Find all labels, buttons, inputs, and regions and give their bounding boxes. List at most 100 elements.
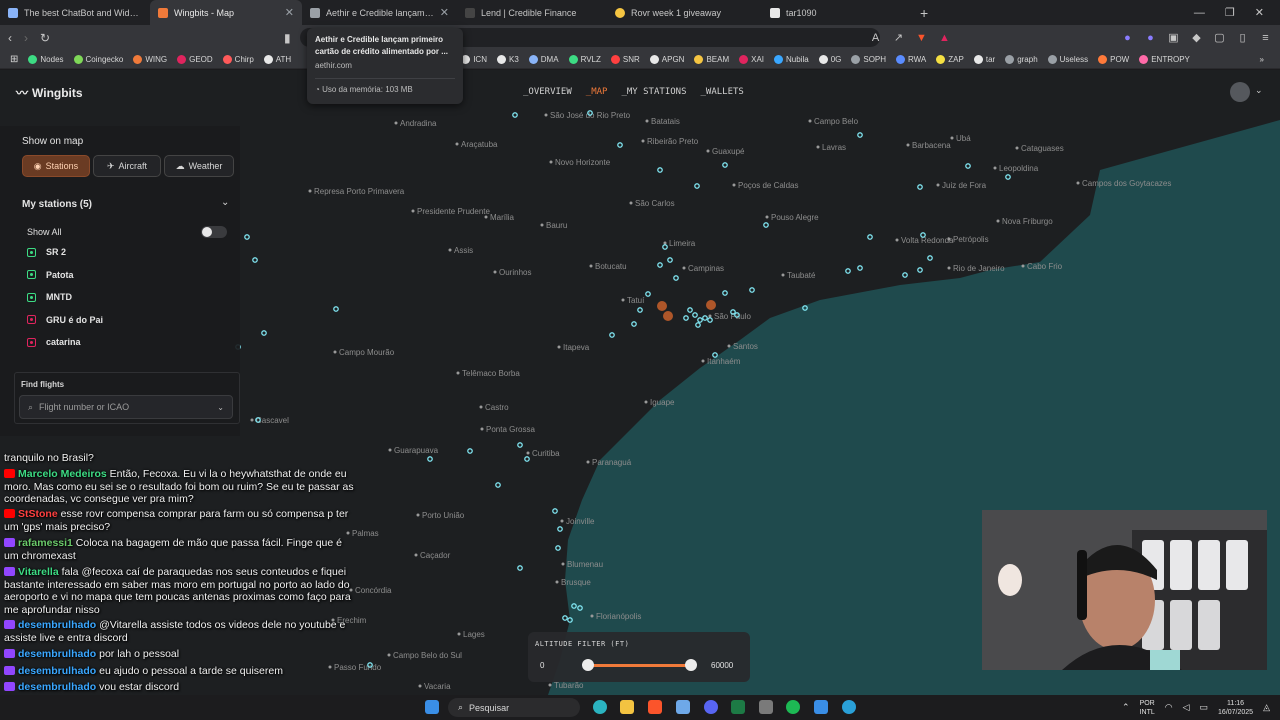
station-marker[interactable] — [902, 272, 908, 278]
station-marker[interactable] — [657, 262, 663, 268]
bookmark-icon[interactable]: ▮ — [284, 31, 291, 45]
forward-icon[interactable]: › — [24, 31, 28, 45]
extensions-puzzle-icon[interactable]: ▢ — [1213, 31, 1226, 44]
station-marker[interactable] — [1005, 174, 1011, 180]
back-icon[interactable]: ‹ — [8, 31, 12, 45]
station-marker[interactable] — [917, 267, 923, 273]
browser-tab[interactable]: The best ChatBot and Widgets for Ki — [0, 0, 150, 25]
wifi-icon[interactable]: ◠ — [1165, 702, 1173, 713]
bookmark-item[interactable]: ICN — [461, 54, 487, 64]
bookmark-item[interactable]: ATH — [263, 54, 291, 64]
bookmark-item[interactable]: Coingecko — [73, 54, 123, 64]
station-item[interactable]: Patota — [27, 268, 74, 282]
brave-rewards-icon[interactable]: ▲ — [938, 32, 951, 44]
telegram-icon[interactable] — [842, 700, 856, 714]
show-all-toggle[interactable] — [201, 226, 227, 238]
share-icon[interactable]: ↗ — [892, 31, 905, 44]
bookmark-item[interactable]: RWA — [896, 54, 926, 64]
windows-start-icon[interactable] — [425, 700, 439, 714]
station-marker[interactable] — [683, 315, 689, 321]
sidebar-icon[interactable]: ▯ — [1236, 31, 1249, 44]
discord-icon[interactable] — [704, 700, 718, 714]
minimize-icon[interactable]: — — [1194, 7, 1205, 19]
station-marker[interactable] — [557, 526, 563, 532]
bookmark-item[interactable]: Nodes — [28, 54, 64, 64]
bookmark-item[interactable]: APGN — [649, 54, 684, 64]
station-marker[interactable] — [667, 257, 673, 263]
extension-icon[interactable]: ▣ — [1167, 31, 1180, 44]
station-marker[interactable] — [657, 167, 663, 173]
bookmark-item[interactable]: K3 — [496, 54, 519, 64]
station-marker[interactable] — [517, 565, 523, 571]
battery-icon[interactable]: ▭ — [1200, 702, 1209, 713]
station-marker[interactable] — [722, 290, 728, 296]
browser-tab[interactable]: tar1090 — [762, 0, 912, 25]
bookmark-item[interactable]: ZAP — [936, 54, 964, 64]
bookmark-item[interactable]: graph — [1005, 54, 1038, 64]
station-marker[interactable] — [845, 268, 851, 274]
altitude-slider-high-handle[interactable] — [685, 659, 697, 671]
station-marker[interactable] — [763, 222, 769, 228]
altitude-slider-low-handle[interactable] — [582, 659, 594, 671]
my-station-marker[interactable] — [706, 300, 716, 310]
station-marker[interactable] — [427, 456, 433, 462]
tray-chevron-icon[interactable]: ⌃ — [1122, 702, 1130, 713]
apps-grid-icon[interactable]: ⊞ — [10, 54, 18, 65]
user-avatar[interactable] — [1230, 82, 1250, 102]
menu-icon[interactable]: ≡ — [1259, 32, 1272, 44]
brave-shield-icon[interactable]: ▼ — [915, 32, 928, 44]
new-tab-icon[interactable]: + — [920, 5, 928, 21]
browser-tab-active[interactable]: Wingbits - Map ✕ — [150, 0, 302, 25]
station-marker[interactable] — [697, 317, 703, 323]
station-marker[interactable] — [687, 307, 693, 313]
bookmark-item[interactable]: WING — [133, 54, 167, 64]
station-marker[interactable] — [917, 184, 923, 190]
edge-icon[interactable] — [593, 700, 607, 714]
translate-icon[interactable]: A — [869, 32, 882, 44]
station-marker[interactable] — [617, 142, 623, 148]
notification-bell-icon[interactable]: ◬ — [1263, 702, 1270, 713]
calculator-icon[interactable] — [759, 700, 773, 714]
station-marker[interactable] — [662, 244, 668, 250]
station-marker[interactable] — [631, 321, 637, 327]
station-marker[interactable] — [555, 545, 561, 551]
bookmark-item[interactable]: Useless — [1047, 54, 1088, 64]
toggle-aircraft[interactable]: ✈ Aircraft — [93, 155, 161, 177]
station-marker[interactable] — [512, 112, 518, 118]
clock[interactable]: 11:16 16/07/2025 — [1218, 699, 1253, 717]
more-bookmarks-icon[interactable]: » — [1260, 55, 1264, 64]
bookmark-item[interactable]: Chirp — [222, 54, 254, 64]
station-marker[interactable] — [857, 132, 863, 138]
extension-icon[interactable]: ● — [1144, 32, 1157, 44]
station-marker[interactable] — [524, 456, 530, 462]
station-item[interactable]: GRU é do Pai — [27, 313, 103, 327]
bookmark-item[interactable]: Nubila — [774, 54, 809, 64]
file-explorer-icon[interactable] — [620, 700, 634, 714]
bookmark-item[interactable]: XAI — [739, 54, 764, 64]
brave-icon[interactable] — [648, 700, 662, 714]
bookmark-item[interactable]: GEOD — [177, 54, 213, 64]
chevron-down-icon[interactable]: ⌄ — [1255, 85, 1263, 96]
nav-wallets[interactable]: _WALLETS — [701, 87, 744, 97]
bookmark-item[interactable]: POW — [1098, 54, 1129, 64]
station-marker[interactable] — [495, 482, 501, 488]
station-marker[interactable] — [562, 615, 568, 621]
excel-icon[interactable] — [731, 700, 745, 714]
app-icon[interactable] — [814, 700, 828, 714]
station-marker[interactable] — [637, 307, 643, 313]
station-marker[interactable] — [702, 315, 708, 321]
close-tab-icon[interactable]: ✕ — [285, 6, 294, 19]
flight-search-input[interactable]: ⌕ Flight number or ICAO ⌄ — [19, 395, 233, 419]
chevron-down-icon[interactable]: ⌄ — [221, 197, 229, 208]
altitude-slider-track[interactable] — [588, 664, 691, 667]
browser-tab[interactable]: Lend | Credible Finance — [457, 0, 607, 25]
station-marker[interactable] — [467, 448, 473, 454]
browser-tab[interactable]: Aethir e Credible lançam primeiro✕ — [302, 0, 457, 25]
station-marker[interactable] — [722, 162, 728, 168]
station-marker[interactable] — [965, 163, 971, 169]
my-station-marker[interactable] — [663, 311, 673, 321]
reload-icon[interactable]: ↻ — [40, 31, 50, 45]
notepad-icon[interactable] — [676, 700, 690, 714]
maximize-icon[interactable]: ❐ — [1225, 6, 1235, 19]
station-marker[interactable] — [552, 508, 558, 514]
